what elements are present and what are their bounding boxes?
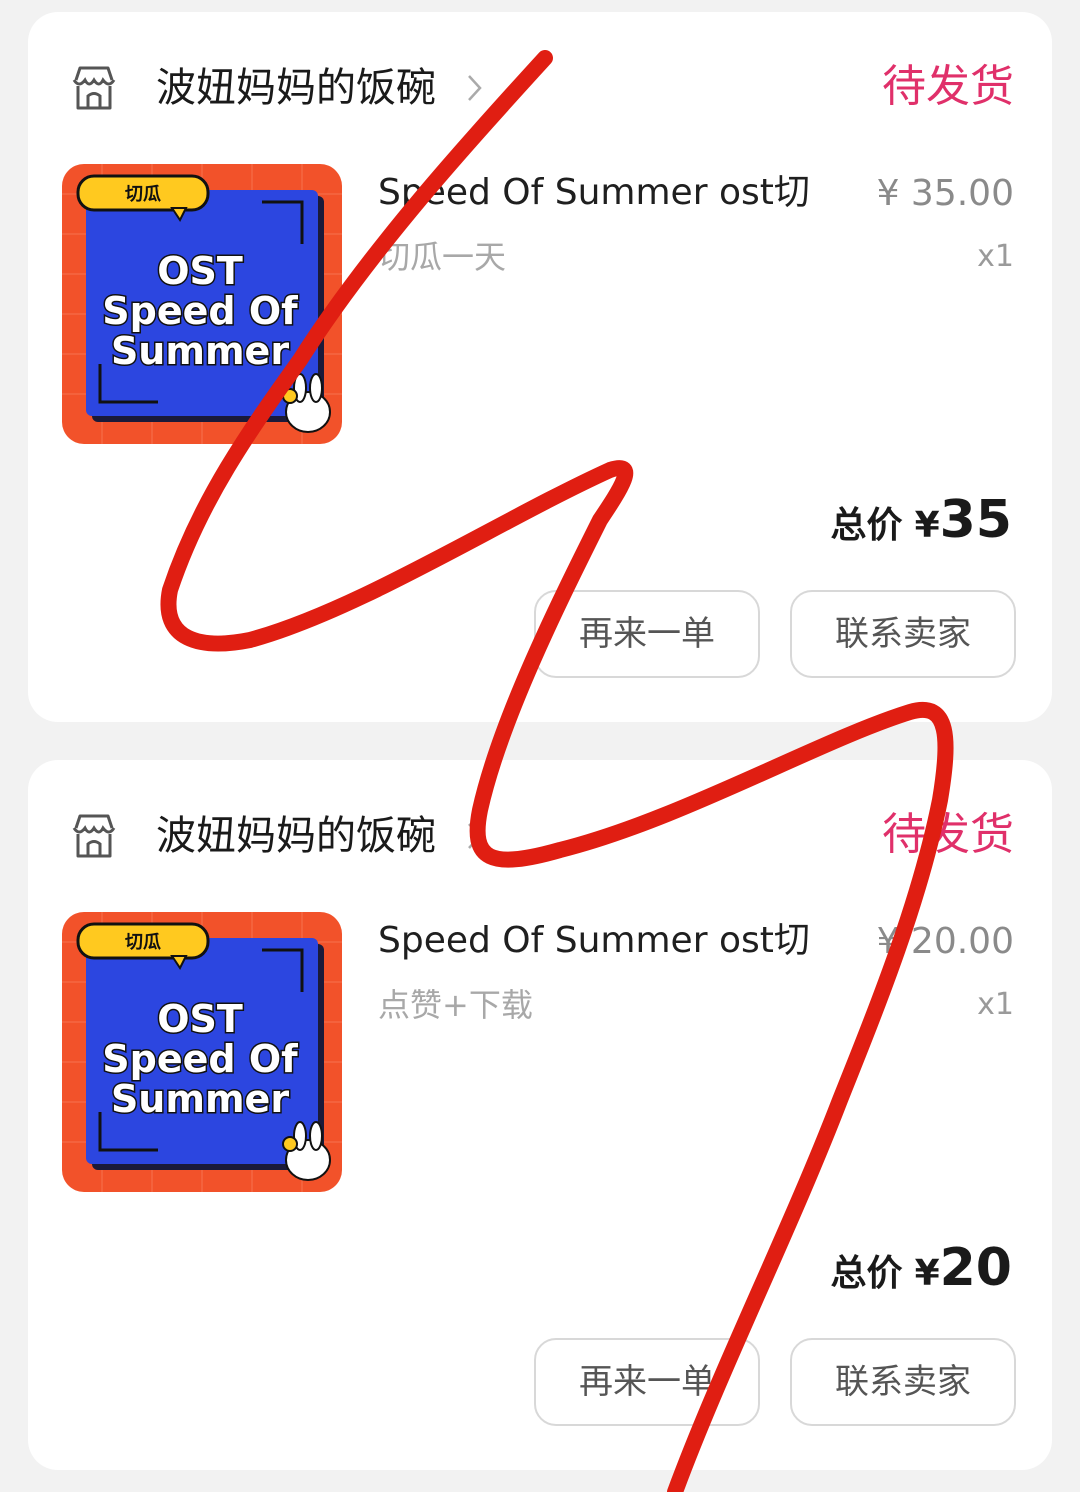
buy-again-button[interactable]: 再来一单 (534, 1338, 760, 1426)
thumb-badge: 切瓜 (125, 184, 161, 205)
store-icon[interactable] (68, 810, 120, 862)
quantity: x1 (977, 987, 1014, 1022)
thumb-line: OST (157, 997, 243, 1041)
product-variant: 点赞+下载 (378, 986, 533, 1024)
product-variant: 切瓜一天 (378, 238, 507, 276)
shop-name[interactable]: 波妞妈妈的饭碗 (156, 60, 436, 116)
thumb-line: OST (157, 249, 243, 293)
currency-symbol: ¥ (914, 1253, 940, 1294)
shop-name[interactable]: 波妞妈妈的饭碗 (156, 808, 436, 864)
product-title[interactable]: Speed Of Summer ost切 (378, 166, 810, 220)
total-label: 总价 (830, 1253, 903, 1294)
product-thumbnail[interactable]: 切瓜 OST Speed Of Summer (62, 912, 342, 1192)
thumb-line: Summer (111, 329, 289, 373)
unit-price: ¥ 35.00 (876, 173, 1014, 214)
order-status: 待发货 (882, 809, 1014, 860)
order-status: 待发货 (882, 61, 1014, 112)
chevron-right-icon[interactable] (466, 72, 484, 104)
order-total: 总价 ¥20 (831, 1236, 1012, 1306)
currency-symbol: ¥ (914, 505, 940, 546)
thumb-line: Speed Of (102, 289, 298, 333)
total-amount: 20 (939, 1238, 1012, 1298)
order-card: 波妞妈妈的饭碗 待发货 切瓜 OST Speed Of Summer Speed… (28, 12, 1052, 722)
thumb-line: Speed Of (102, 1037, 298, 1081)
quantity: x1 (977, 239, 1014, 274)
unit-price: ¥ 20.00 (876, 921, 1014, 962)
total-amount: 35 (939, 490, 1012, 550)
contact-seller-button[interactable]: 联系卖家 (790, 590, 1016, 678)
store-icon[interactable] (68, 62, 120, 114)
product-thumbnail[interactable]: 切瓜 OST Speed Of Summer (62, 164, 342, 444)
thumb-line: Summer (111, 1077, 289, 1121)
order-card: 波妞妈妈的饭碗 待发货 切瓜 OST Speed Of Summer Speed… (28, 760, 1052, 1470)
buy-again-button[interactable]: 再来一单 (534, 590, 760, 678)
order-total: 总价 ¥35 (831, 488, 1012, 558)
chevron-right-icon[interactable] (466, 820, 484, 852)
total-label: 总价 (830, 505, 903, 546)
thumb-badge: 切瓜 (125, 932, 161, 953)
product-title[interactable]: Speed Of Summer ost切 (378, 914, 810, 968)
contact-seller-button[interactable]: 联系卖家 (790, 1338, 1016, 1426)
